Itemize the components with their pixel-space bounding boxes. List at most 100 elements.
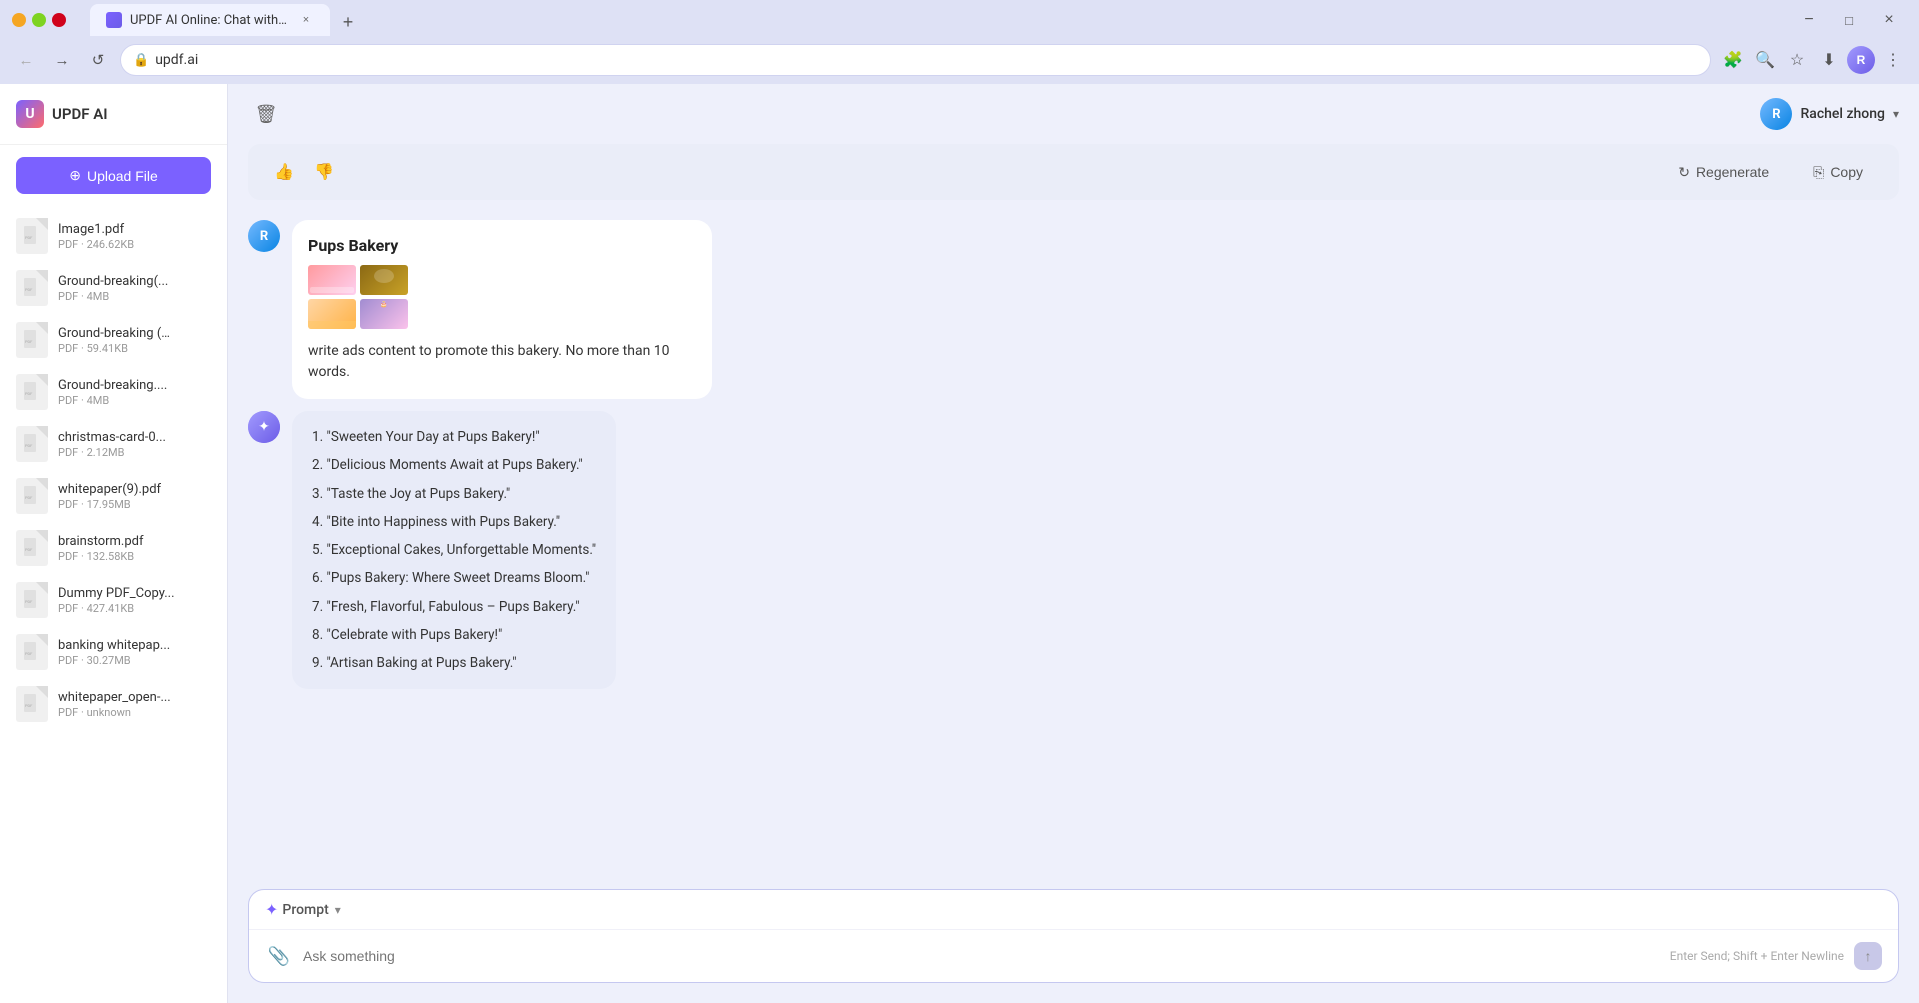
file-item[interactable]: PDF Ground-breaking.... PDF · 4MB xyxy=(0,366,227,418)
file-info: Ground-breaking (… PDF · 59.41KB xyxy=(58,326,211,355)
svg-text:PDF: PDF xyxy=(25,443,33,448)
file-item[interactable]: PDF brainstorm.pdf PDF · 132.58KB xyxy=(0,522,227,574)
bakery-image-2 xyxy=(360,265,408,295)
window-close[interactable]: × xyxy=(1875,6,1903,34)
address-text: updf.ai xyxy=(155,52,1698,68)
thumbs-down-button[interactable]: 👎 xyxy=(308,156,340,188)
maximize-button[interactable] xyxy=(32,13,46,27)
attach-icon: 📎 xyxy=(268,946,290,967)
user-bubble: Pups Bakery 🎂 xyxy=(292,220,712,399)
thumbs-down-icon: 👎 xyxy=(314,162,334,182)
menu-button[interactable]: ⋮ xyxy=(1879,46,1907,74)
file-name: banking whitepap... xyxy=(58,638,211,653)
active-tab[interactable]: UPDF AI Online: Chat with PDF × xyxy=(90,4,330,36)
svg-text:PDF: PDF xyxy=(25,495,33,500)
file-size: PDF · 17.95MB xyxy=(58,498,211,511)
message-input[interactable] xyxy=(303,948,1660,964)
new-tab-button[interactable]: + xyxy=(334,8,362,36)
file-icon: PDF xyxy=(16,374,48,410)
file-name: Dummy PDF_Copy... xyxy=(58,586,211,601)
reload-button[interactable]: ↺ xyxy=(84,46,112,74)
ai-response-item: 2. "Delicious Moments Await at Pups Bake… xyxy=(312,455,596,475)
ai-avatar: ✦ xyxy=(248,411,280,443)
app-container: U UPDF AI ⊕ Upload File PDF Image1.pdf P… xyxy=(0,84,1919,1003)
send-button[interactable]: ↑ xyxy=(1854,942,1882,970)
file-item[interactable]: PDF christmas-card-0... PDF · 2.12MB xyxy=(0,418,227,470)
user-info[interactable]: R Rachel zhong ▾ xyxy=(1760,98,1899,130)
file-item[interactable]: PDF banking whitepap... PDF · 30.27MB xyxy=(0,626,227,678)
downloads-button[interactable]: ⬇ xyxy=(1815,46,1843,74)
user-prompt-text: write ads content to promote this bakery… xyxy=(308,341,696,383)
attach-button[interactable]: 📎 xyxy=(265,942,293,970)
trash-icon: 🗑 xyxy=(255,104,278,125)
file-size: PDF · 4MB xyxy=(58,290,211,303)
send-icon: ↑ xyxy=(1865,948,1872,964)
ai-response-item: 6. "Pups Bakery: Where Sweet Dreams Bloo… xyxy=(312,568,596,588)
file-item[interactable]: PDF whitepaper_open-... PDF · unknown xyxy=(0,678,227,730)
bakery-image-4: 🎂 xyxy=(360,299,408,329)
file-item[interactable]: PDF Ground-breaking (… PDF · 59.41KB xyxy=(0,314,227,366)
copy-icon: ⎘ xyxy=(1813,164,1824,181)
file-size: PDF · 427.41KB xyxy=(58,602,211,615)
file-icon: PDF xyxy=(16,530,48,566)
sparkle-icon: ✦ xyxy=(265,900,278,919)
minimize-button[interactable] xyxy=(12,13,26,27)
zoom-button[interactable]: 🔍 xyxy=(1751,46,1779,74)
forward-button[interactable]: → xyxy=(48,46,76,74)
svg-text:PDF: PDF xyxy=(25,703,33,708)
input-area: ✦ Prompt ▾ 📎 Enter Send; Shift + Enter N… xyxy=(228,889,1919,1003)
file-item[interactable]: PDF Ground-breaking(... PDF · 4MB xyxy=(0,262,227,314)
back-button[interactable]: ← xyxy=(12,46,40,74)
ai-response-item: 8. "Celebrate with Pups Bakery!" xyxy=(312,625,596,645)
file-name: brainstorm.pdf xyxy=(58,534,211,549)
user-message: R Pups Bakery 🎂 xyxy=(248,220,1899,399)
file-size: PDF · 59.41KB xyxy=(58,342,211,355)
bookmark-button[interactable]: ☆ xyxy=(1783,46,1811,74)
chevron-down-icon: ▾ xyxy=(1893,107,1899,121)
ai-message: ✦ 1. "Sweeten Your Day at Pups Bakery!" 2… xyxy=(248,411,1899,689)
bakery-images: 🎂 xyxy=(308,265,408,329)
file-name: christmas-card-0... xyxy=(58,430,211,445)
bakery-title: Pups Bakery xyxy=(308,236,696,255)
tab-close-button[interactable]: × xyxy=(298,12,314,28)
close-button[interactable] xyxy=(52,13,66,27)
regenerate-button[interactable]: ↻ Regenerate xyxy=(1662,158,1785,187)
address-bar[interactable]: 🔒 updf.ai xyxy=(120,44,1711,76)
thumbs-up-button[interactable]: 👍 xyxy=(268,156,300,188)
window-maximize[interactable]: □ xyxy=(1835,6,1863,34)
svg-text:PDF: PDF xyxy=(25,547,33,552)
prompt-label[interactable]: Prompt xyxy=(282,902,328,918)
file-name: whitepaper_open-... xyxy=(58,690,211,705)
file-icon: PDF xyxy=(16,426,48,462)
ai-avatar-icon: ✦ xyxy=(248,411,280,443)
user-message-avatar: R xyxy=(248,220,280,252)
profile-avatar: R xyxy=(1847,46,1875,74)
ai-response-item: 7. "Fresh, Flavorful, Fabulous – Pups Ba… xyxy=(312,597,596,617)
chevron-down-icon[interactable]: ▾ xyxy=(335,903,341,917)
upload-file-button[interactable]: ⊕ Upload File xyxy=(16,157,211,194)
input-top-bar: ✦ Prompt ▾ xyxy=(249,890,1898,930)
file-item[interactable]: PDF Image1.pdf PDF · 246.62KB xyxy=(0,210,227,262)
copy-button[interactable]: ⎘ Copy xyxy=(1797,158,1879,187)
file-item[interactable]: PDF Dummy PDF_Copy... PDF · 427.41KB xyxy=(0,574,227,626)
file-info: Ground-breaking.... PDF · 4MB xyxy=(58,378,211,407)
sidebar-header: U UPDF AI xyxy=(0,84,227,145)
sidebar: U UPDF AI ⊕ Upload File PDF Image1.pdf P… xyxy=(0,84,228,1003)
browser-titlebar: UPDF AI Online: Chat with PDF × + − □ × xyxy=(0,0,1919,40)
file-item[interactable]: PDF whitepaper(9).pdf PDF · 17.95MB xyxy=(0,470,227,522)
file-size: PDF · unknown xyxy=(58,706,211,719)
browser-actions: 🧩 🔍 ☆ ⬇ R ⋮ xyxy=(1719,46,1907,74)
file-size: PDF · 132.58KB xyxy=(58,550,211,563)
window-minimize[interactable]: − xyxy=(1795,6,1823,34)
file-name: whitepaper(9).pdf xyxy=(58,482,211,497)
tab-favicon xyxy=(106,12,122,28)
action-buttons: ↻ Regenerate ⎘ Copy xyxy=(1662,158,1879,187)
svg-text:PDF: PDF xyxy=(25,287,33,292)
profile-button[interactable]: R xyxy=(1847,46,1875,74)
ai-response-item: 1. "Sweeten Your Day at Pups Bakery!" xyxy=(312,427,596,447)
file-icon: PDF xyxy=(16,322,48,358)
file-info: christmas-card-0... PDF · 2.12MB xyxy=(58,430,211,459)
delete-button[interactable]: 🗑 xyxy=(248,96,284,132)
extensions-button[interactable]: 🧩 xyxy=(1719,46,1747,74)
file-name: Ground-breaking.... xyxy=(58,378,211,393)
